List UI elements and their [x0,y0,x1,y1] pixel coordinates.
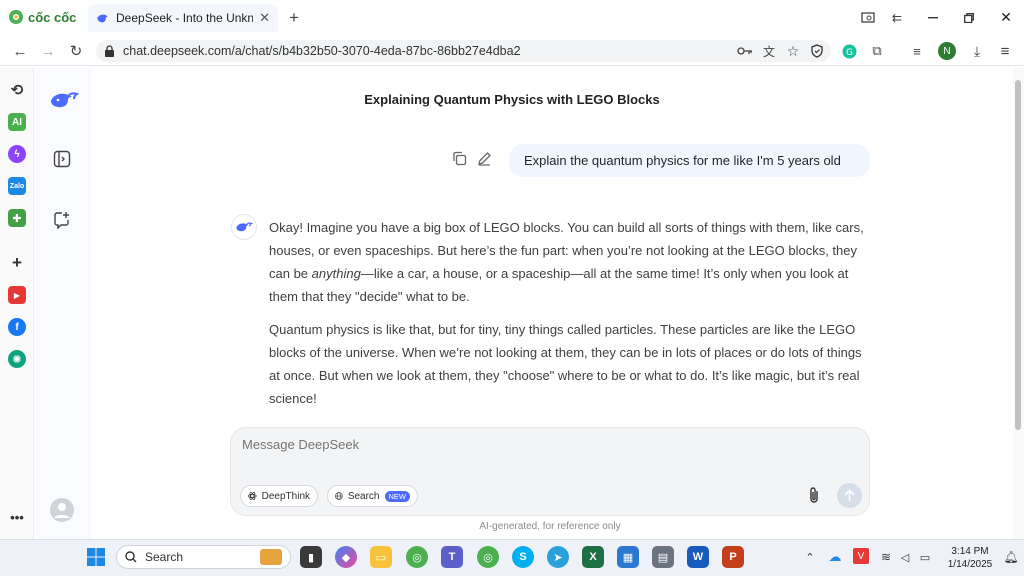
close-window-icon[interactable]: ✕ [998,9,1014,25]
bookmark-star-icon[interactable]: ☆ [785,43,801,59]
calculator-icon[interactable]: ▤ [652,546,674,568]
back-arrow-icon[interactable]: ← [12,43,28,60]
deepseek-avatar-icon [236,222,253,232]
vnetwork-tray-icon[interactable]: V [853,548,869,564]
battery-icon[interactable]: ▭ [917,549,933,565]
onedrive-cloud-icon[interactable]: ☁ [827,549,843,565]
notification-bell-icon[interactable]: 🔔︎ [1003,549,1018,565]
chatgpt-icon[interactable]: ✺ [8,350,26,368]
new-badge: NEW [384,490,410,502]
browser-menu-icon[interactable]: ≡ [997,43,1013,60]
clock-date: 1/14/2025 [947,559,993,570]
coccoc-logo-icon [9,10,23,24]
zalo-icon[interactable]: Zalo [8,177,26,195]
tab-title: DeepSeek - Into the Unknown [116,11,254,25]
taskbar-search[interactable]: Search [116,545,291,569]
globe-icon [335,492,343,500]
clock-time: 3:14 PM [951,546,989,557]
lock-icon [105,45,114,57]
profile-avatar[interactable]: N [938,42,956,60]
grammarly-extension-icon[interactable]: G [841,43,857,59]
games-controller-icon[interactable]: ✚ [8,209,26,227]
copy-icon[interactable] [452,151,468,167]
search-icon [125,551,137,563]
screenshot-search-icon[interactable] [860,10,876,26]
toggle-sidebar-icon[interactable] [53,150,71,168]
password-key-icon[interactable] [737,44,753,58]
tab-close-icon[interactable]: ✕ [259,10,270,26]
forward-arrow-icon[interactable]: → [40,43,56,60]
skype-icon[interactable]: S [512,546,534,568]
tab-list-icon[interactable]: ⇇ [889,10,905,26]
search-web-button[interactable]: Search NEW [327,485,418,507]
file-explorer-icon[interactable]: ▭ [370,546,392,568]
tab-deepseek[interactable]: DeepSeek - Into the Unknown ✕ [88,4,278,32]
message-input[interactable] [242,437,802,461]
translate-icon[interactable]: 文 [761,43,777,59]
excel-icon[interactable]: X [582,546,604,568]
word-icon[interactable]: W [687,546,709,568]
attach-paperclip-icon[interactable] [807,486,823,504]
browser-tab-bar: cốc cốc DeepSeek - Into the Unknown ✕ + … [0,0,1024,36]
download-icon[interactable]: ⤓ [969,43,985,59]
shield-icon[interactable] [809,43,825,59]
volume-icon[interactable]: ◁ [897,549,913,565]
assistant-avatar [231,214,257,240]
restore-icon[interactable] [961,10,977,26]
atom-icon [248,492,257,500]
more-options-icon[interactable]: ••• [8,508,26,526]
reload-icon[interactable]: ↻ [68,43,84,60]
svg-text:G: G [846,48,853,58]
url-field[interactable]: chat.deepseek.com/a/chat/s/b4b32b50-3070… [96,40,831,62]
windows-start-icon[interactable] [86,547,106,567]
message-input-box[interactable] [230,427,870,516]
deepseek-sidebar [36,67,92,539]
coccoc-profile-icon[interactable]: ◎ [477,546,499,568]
youtube-icon[interactable]: ▶ [8,286,26,304]
assistant-answer: Okay! Imagine you have a big box of LEGO… [269,216,869,421]
messenger-icon[interactable]: ϟ [8,145,26,163]
telegram-icon[interactable]: ➤ [547,546,569,568]
coccoc-taskbar-icon[interactable]: ◎ [406,546,428,568]
task-view-icon[interactable]: ▮ [300,546,322,568]
ai-disclaimer: AI-generated, for reference only [479,521,621,532]
browser-brand-label: cốc cốc [28,9,77,25]
add-sidebar-app-icon[interactable]: + [8,253,26,272]
user-message-text: Explain the quantum physics for me like … [524,153,841,168]
powerpoint-icon[interactable]: P [722,546,744,568]
new-tab-button[interactable]: + [285,8,303,27]
chat-title: Explaining Quantum Physics with LEGO Blo… [364,92,660,107]
browser-logo[interactable]: cốc cốc [8,9,76,25]
facebook-icon[interactable]: f [8,318,26,336]
calendar-app-icon[interactable]: ▦ [617,546,639,568]
briefcase-icon [260,549,282,565]
reading-list-icon[interactable]: ≡ [909,43,925,59]
chevron-up-icon[interactable]: ⌃ [803,550,817,564]
answer-paragraph: Quantum physics is like that, but for ti… [269,322,862,406]
taskbar-clock[interactable]: 3:14 PM 1/14/2025 [940,545,1000,571]
user-message-bubble: Explain the quantum physics for me like … [509,144,870,177]
page-scrollbar-thumb[interactable] [1015,80,1021,430]
copilot-icon[interactable]: ◆ [335,546,357,568]
url-text: chat.deepseek.com/a/chat/s/b4b32b50-3070… [123,44,521,58]
arrow-up-icon [844,489,855,501]
answer-paragraph: Okay! Imagine you have a big box of LEGO… [269,220,864,304]
teams-icon[interactable]: T [441,546,463,568]
deepseek-favicon-icon [97,14,108,23]
ai-assistant-icon[interactable]: AI [8,113,26,131]
minimize-icon[interactable] [925,10,941,26]
wifi-icon[interactable]: ≋ [878,549,894,565]
deepthink-button[interactable]: DeepThink [240,485,318,507]
edit-pencil-icon[interactable] [477,151,493,167]
extensions-puzzle-icon[interactable]: ⧉ [869,43,885,59]
send-button[interactable] [837,483,862,508]
new-chat-icon[interactable] [53,211,71,230]
user-avatar[interactable] [50,498,74,522]
